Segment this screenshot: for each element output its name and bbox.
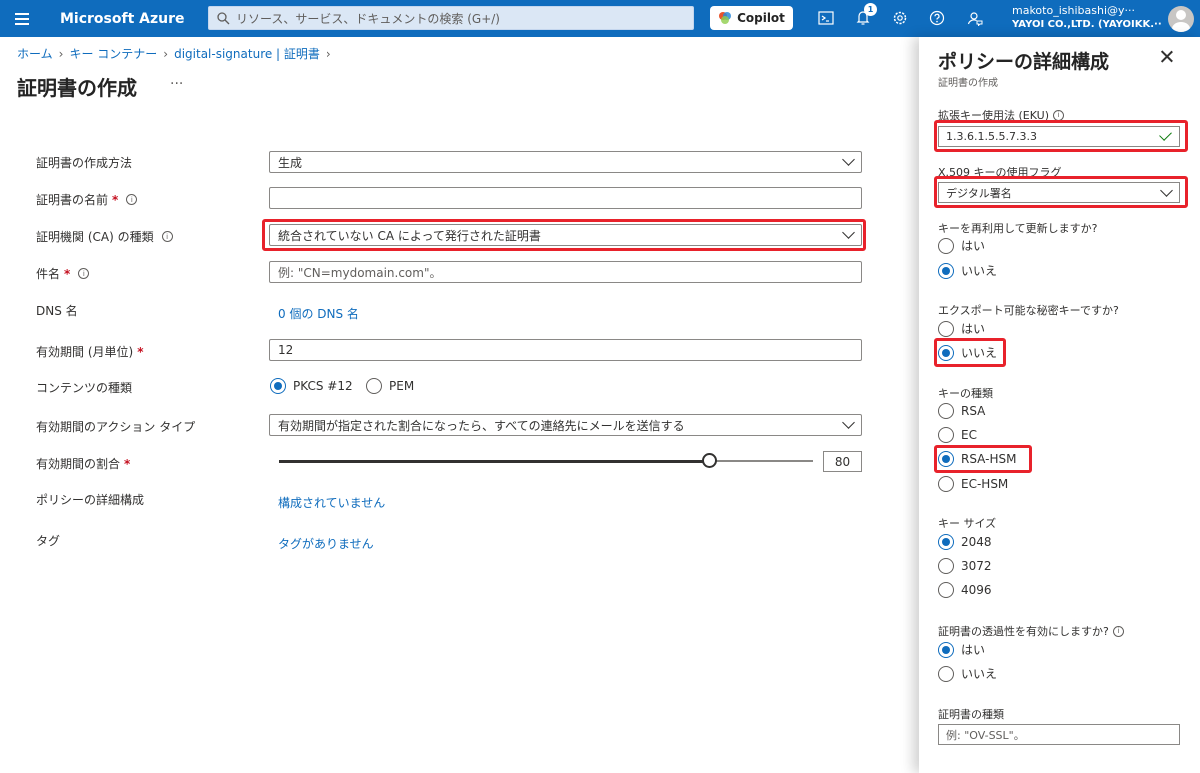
tags-link[interactable]: タグがありません — [278, 535, 374, 552]
avatar[interactable] — [1168, 6, 1194, 32]
subject-input[interactable]: 例: "CN=mydomain.com"。 — [269, 261, 862, 283]
cert-type-input[interactable]: 例: "OV-SSL"。 — [938, 724, 1180, 745]
cloud-shell-icon[interactable] — [816, 8, 836, 28]
key-type-label: キーの種類 — [938, 387, 993, 400]
panel-subtitle: 証明書の作成 — [938, 78, 998, 89]
info-icon[interactable]: i — [161, 231, 173, 242]
radio-unselected[interactable] — [938, 558, 954, 574]
chevron-right-icon: › — [58, 46, 64, 61]
page-title: 証明書の作成 — [17, 76, 137, 100]
panel-title: ポリシーの詳細構成 — [938, 51, 1110, 73]
tags-label: タグ — [36, 534, 61, 548]
content-type-label: コンテンツの種類 — [36, 381, 133, 395]
dns-label: DNS 名 — [36, 304, 78, 318]
search-placeholder: リソース、サービス、ドキュメントの検索 (G+/) — [236, 11, 500, 26]
radio-unselected[interactable] — [938, 403, 954, 419]
policy-panel: ポリシーの詳細構成 証明書の作成 拡張キー使用法 (EKU) i 1.3.6.1.… — [919, 37, 1200, 773]
validity-months-input[interactable]: 12 — [269, 339, 862, 361]
key-size-3072[interactable]: 3072 — [938, 558, 992, 574]
copilot-button[interactable]: Copilot — [710, 6, 793, 30]
radio-unselected[interactable] — [938, 237, 954, 254]
method-select[interactable]: 生成 — [269, 151, 862, 173]
transparency-no[interactable]: いいえ — [938, 665, 997, 682]
chevron-down-icon — [842, 153, 855, 166]
slider-thumb[interactable] — [702, 453, 717, 468]
copilot-label: Copilot — [737, 11, 785, 25]
brand-title[interactable]: Microsoft Azure — [60, 11, 206, 27]
chevron-right-icon: › — [163, 46, 169, 61]
highlight-eku — [934, 120, 1188, 152]
validity-label: 有効期間 (月単位) * — [36, 344, 144, 360]
content-type-pem[interactable]: PEM — [366, 375, 414, 394]
key-size-2048[interactable]: 2048 — [938, 534, 992, 550]
export-yes[interactable]: はい — [938, 320, 985, 337]
key-size-4096[interactable]: 4096 — [938, 582, 992, 598]
action-type-label: 有効期間のアクション タイプ — [36, 420, 196, 434]
search-input[interactable]: リソース、サービス、ドキュメントの検索 (G+/) — [208, 6, 694, 30]
breadcrumb: ホーム › キー コンテナー › digital-signature | 証明書 › — [17, 45, 331, 62]
menu-icon[interactable] — [0, 0, 44, 37]
slider-fill — [279, 459, 709, 463]
radio-unselected[interactable] — [938, 476, 954, 492]
search-icon — [217, 11, 230, 24]
key-type-rsa[interactable]: RSA — [938, 403, 985, 419]
ca-type-label: 証明機関 (CA) の種類 i — [36, 228, 173, 245]
highlight-x509 — [934, 176, 1188, 208]
info-icon[interactable]: i — [126, 194, 138, 205]
radio-selected[interactable] — [938, 262, 954, 279]
user-org: YAYOI CO.,LTD. (YAYOIKK.··· — [1012, 19, 1162, 30]
radio-unselected[interactable] — [366, 377, 382, 394]
certificate-name-input[interactable] — [269, 187, 862, 209]
user-name: makoto_ishibashi@y··· — [1012, 4, 1136, 17]
transparency-label: 証明書の透過性を有効にしますか? i — [938, 623, 1124, 639]
feedback-icon[interactable] — [965, 8, 985, 28]
breadcrumb-key-vault[interactable]: キー コンテナー — [69, 45, 157, 62]
radio-selected[interactable] — [938, 534, 954, 550]
key-size-label: キー サイズ — [938, 517, 997, 530]
info-icon[interactable]: i — [1053, 109, 1064, 121]
policy-label: ポリシーの詳細構成 — [36, 493, 145, 507]
exportable-label: エクスポート可能な秘密キーですか? — [938, 304, 1119, 317]
info-icon[interactable]: i — [78, 268, 90, 279]
reuse-yes[interactable]: はい — [938, 237, 985, 254]
action-type-select[interactable]: 有効期間が指定された割合になったら、すべての連絡先にメールを送信する — [269, 414, 862, 436]
content-type-pkcs12[interactable]: PKCS #12 — [270, 375, 353, 394]
highlight-export-no — [934, 338, 1006, 367]
policy-link[interactable]: 構成されていません — [278, 494, 385, 511]
account-info[interactable]: makoto_ishibashi@y··· YAYOI CO.,LTD. (YA… — [1012, 3, 1162, 32]
transparency-yes[interactable]: はい — [938, 641, 985, 658]
radio-selected[interactable] — [270, 377, 286, 394]
radio-unselected[interactable] — [938, 582, 954, 598]
highlight-rsa-hsm — [934, 445, 1032, 473]
reuse-no[interactable]: いいえ — [938, 262, 997, 279]
highlight-ca-type — [262, 219, 866, 251]
dns-names-link[interactable]: 0 個の DNS 名 — [278, 305, 359, 322]
settings-gear-icon[interactable] — [890, 8, 910, 28]
percent-slider[interactable] — [279, 453, 813, 468]
key-type-ec[interactable]: EC — [938, 427, 977, 443]
notification-badge: 1 — [864, 3, 877, 16]
chevron-down-icon — [842, 416, 855, 429]
radio-selected[interactable] — [938, 641, 954, 658]
radio-unselected[interactable] — [938, 427, 954, 443]
name-label: 証明書の名前 * i — [36, 191, 138, 208]
reuse-key-label: キーを再利用して更新しますか? — [938, 222, 1098, 235]
breadcrumb-certificates[interactable]: digital-signature | 証明書 — [174, 45, 320, 62]
radio-unselected[interactable] — [938, 665, 954, 682]
radio-unselected[interactable] — [938, 320, 954, 337]
info-icon[interactable]: i — [1112, 625, 1124, 637]
breadcrumb-home[interactable]: ホーム — [17, 45, 53, 62]
method-label: 証明書の作成方法 — [36, 156, 133, 170]
percent-label: 有効期間の割合 * — [36, 456, 131, 472]
subject-label: 件名 * i — [36, 265, 90, 282]
copilot-icon — [719, 12, 732, 24]
help-icon[interactable] — [927, 8, 947, 28]
key-type-ec-hsm[interactable]: EC-HSM — [938, 476, 1008, 492]
close-icon[interactable] — [1159, 49, 1175, 65]
cert-type-label: 証明書の種類 — [938, 708, 1004, 721]
more-options-icon[interactable]: ··· — [170, 76, 183, 92]
chevron-right-icon: › — [325, 46, 331, 61]
percent-value-input[interactable]: 80 — [823, 451, 862, 472]
